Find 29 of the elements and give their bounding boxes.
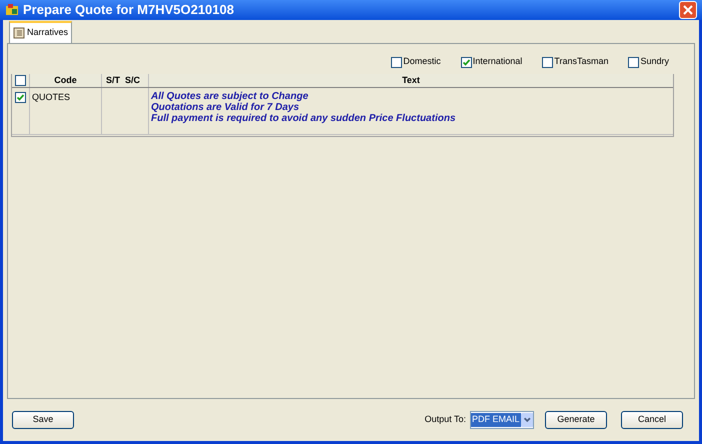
table-cell: QUOTES [32, 92, 70, 102]
checkbox-label: TransTasman [554, 55, 608, 68]
cancel-button[interactable]: Cancel [621, 411, 683, 429]
checkbox-label: International [472, 55, 522, 68]
generate-button[interactable]: Generate [545, 411, 607, 429]
window-title: Prepare Quote for M7HV5O210108 [23, 1, 235, 20]
column-header: S/T [106, 74, 120, 87]
narrative-line: Quotations are Valid for 7 Days [151, 102, 300, 113]
checkbox[interactable] [628, 56, 640, 68]
close-button[interactable] [679, 1, 697, 19]
tab[interactable]: Narratives [9, 21, 72, 43]
checkbox[interactable] [460, 56, 472, 68]
document-icon [13, 27, 25, 39]
narrative-line: All Quotes are subject to Change [151, 91, 310, 102]
checkbox-label: Domestic [403, 55, 441, 68]
checkbox[interactable] [391, 56, 402, 68]
checkbox[interactable] [542, 56, 554, 68]
close-icon [683, 5, 693, 15]
output-label: Output To: [424, 413, 466, 426]
output-dropdown[interactable]: PDF EMAIL [470, 411, 534, 429]
app-icon [5, 3, 19, 17]
narrative-line: Full payment is required to avoid any sudden Price Fluctuations [151, 113, 457, 124]
row-checkbox[interactable] [15, 92, 26, 103]
select-all-checkbox[interactable] [15, 75, 26, 86]
checkbox-label: Sundry [640, 55, 669, 68]
column-header: Text [401, 74, 421, 87]
column-header: Code [30, 74, 102, 87]
save-button[interactable]: Save [12, 411, 74, 429]
column-header: S/C [125, 74, 140, 87]
